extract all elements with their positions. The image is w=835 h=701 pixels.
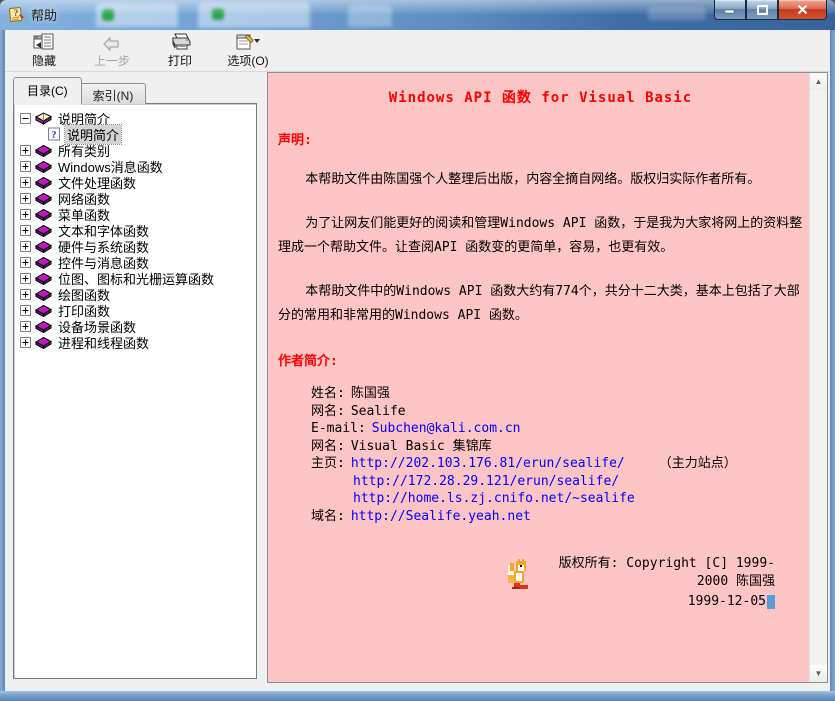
back-button[interactable]: 上一步 — [85, 31, 139, 71]
homepage-note: （主力站点） — [659, 456, 737, 471]
background-favicon-blur — [212, 8, 224, 20]
author-email-line: E-mail:Subchen@kali.com.cn — [278, 420, 803, 438]
closed-book-icon — [35, 287, 52, 301]
author-netname-line: 网名:Sealife — [278, 403, 803, 421]
window-title: 帮助 — [31, 5, 57, 24]
close-icon — [797, 4, 808, 15]
closed-book-icon — [35, 223, 52, 237]
print-button[interactable]: 打印 — [153, 31, 207, 71]
expand-icon[interactable] — [20, 273, 31, 284]
navigation-pane: 目录(C) 索引(N) 说明简介 说明简介 — [5, 72, 257, 691]
closed-book-icon — [35, 319, 52, 333]
background-text-blur — [648, 7, 706, 20]
hide-button-label: 隐藏 — [32, 52, 56, 69]
closed-book-icon — [35, 207, 52, 221]
open-book-icon — [35, 111, 52, 125]
statement-heading: 声明: — [278, 129, 803, 148]
expand-icon[interactable] — [20, 209, 31, 220]
options-icon — [235, 32, 261, 52]
help-window: ? 帮助 — [0, 0, 835, 701]
minimize-button[interactable] — [714, 0, 746, 20]
email-link[interactable]: Subchen@kali.com.cn — [372, 421, 521, 436]
author-name-line: 姓名:陈国强 — [278, 385, 803, 403]
expand-icon[interactable] — [20, 305, 31, 316]
hide-icon — [33, 32, 55, 52]
close-button[interactable] — [778, 0, 827, 20]
paragraph: 本帮助文件中的Windows API 函数大约有774个，共分十二大类，基本上包… — [278, 280, 803, 328]
back-icon — [102, 32, 122, 52]
closed-book-icon — [35, 191, 52, 205]
fox-mascot-icon — [506, 559, 532, 591]
expand-icon[interactable] — [20, 177, 31, 188]
options-button-label: 选项(O) — [227, 52, 268, 69]
copyright-text: 版权所有: Copyright [C] 1999-2000 陈国强 — [532, 555, 803, 591]
closed-book-icon — [35, 159, 52, 173]
minimize-icon — [725, 5, 735, 14]
expand-icon[interactable] — [20, 257, 31, 268]
options-button[interactable]: 选项(O) — [221, 31, 275, 71]
text-cursor — [767, 595, 775, 609]
mirror-link[interactable]: http://172.28.29.121/erun/sealife/ — [353, 474, 619, 489]
closed-book-icon — [35, 143, 52, 157]
domain-line: 域名:http://Sealife.yeah.net — [278, 508, 803, 526]
window-border-right — [830, 30, 835, 701]
pane-splitter[interactable] — [257, 72, 267, 691]
tree-item[interactable]: 说明简介 — [20, 110, 254, 126]
topic-body: Windows API 函数 for Visual Basic 声明: 本帮助文… — [268, 73, 809, 682]
background-favicon-blur — [102, 9, 114, 21]
domain-link[interactable]: http://Sealife.yeah.net — [351, 509, 531, 524]
expand-icon[interactable] — [20, 321, 31, 332]
expand-icon[interactable] — [20, 161, 31, 172]
topic-pane: Windows API 函数 for Visual Basic 声明: 本帮助文… — [267, 72, 828, 683]
titlebar[interactable]: ? 帮助 — [0, 0, 835, 30]
vertical-scrollbar[interactable]: ▲ ▼ — [809, 73, 827, 682]
back-button-label: 上一步 — [94, 52, 130, 69]
print-button-label: 打印 — [168, 52, 192, 69]
tab-index[interactable]: 索引(N) — [80, 83, 147, 104]
nav-tabs: 目录(C) 索引(N) — [13, 80, 257, 104]
topic-title: Windows API 函数 for Visual Basic — [278, 87, 803, 107]
help-topic-icon — [47, 127, 61, 141]
svg-text:?: ? — [14, 8, 19, 18]
print-icon — [169, 32, 191, 52]
expand-icon[interactable] — [20, 225, 31, 236]
expand-icon[interactable] — [20, 193, 31, 204]
expand-icon[interactable] — [20, 145, 31, 156]
expand-icon[interactable] — [20, 241, 31, 252]
hide-button[interactable]: 隐藏 — [17, 31, 71, 71]
author-homepage-line: 主页:http://202.103.176.81/erun/sealife/（主… — [278, 455, 803, 473]
background-newtab-blur — [348, 5, 392, 27]
window-border-bottom — [0, 691, 835, 701]
help-app-icon: ? — [8, 6, 25, 23]
mirror-link[interactable]: http://home.ls.zj.cnifo.net/~sealife — [353, 491, 635, 506]
closed-book-icon — [35, 175, 52, 189]
expand-icon[interactable] — [20, 289, 31, 300]
scroll-down-icon[interactable]: ▼ — [810, 665, 827, 682]
closed-book-icon — [35, 335, 52, 349]
maximize-icon — [757, 5, 768, 15]
date-line: 1999-12-05 — [278, 591, 803, 613]
toolbar: 隐藏 上一步 — [5, 30, 830, 72]
paragraph: 为了让网友们能更好的阅读和管理Windows API 函数，于是我为大家将网上的… — [278, 212, 803, 260]
scroll-up-icon[interactable]: ▲ — [810, 73, 827, 90]
closed-book-icon — [35, 303, 52, 317]
maximize-button[interactable] — [746, 0, 778, 20]
collapse-icon[interactable] — [20, 113, 31, 124]
tab-contents[interactable]: 目录(C) — [13, 77, 82, 104]
paragraph: 本帮助文件由陈国强个人整理后出版，内容全摘自网络。版权归实际作者所有。 — [278, 168, 803, 192]
closed-book-icon — [35, 239, 52, 253]
expand-icon[interactable] — [20, 337, 31, 348]
tree-item[interactable]: 进程和线程函数 — [20, 334, 254, 350]
mirror-link-line: http://172.28.29.121/erun/sealife/ — [278, 473, 803, 491]
contents-tree[interactable]: 说明简介 说明简介 所有类别 Windows消息函数 — [13, 103, 257, 679]
closed-book-icon — [35, 255, 52, 269]
closed-book-icon — [35, 271, 52, 285]
mirror-link-line: http://home.ls.zj.cnifo.net/~sealife — [278, 490, 803, 508]
author-site-name-line: 网名:Visual Basic 集锦库 — [278, 438, 803, 456]
homepage-link[interactable]: http://202.103.176.81/erun/sealife/ — [351, 456, 625, 471]
author-heading: 作者简介: — [278, 350, 803, 369]
